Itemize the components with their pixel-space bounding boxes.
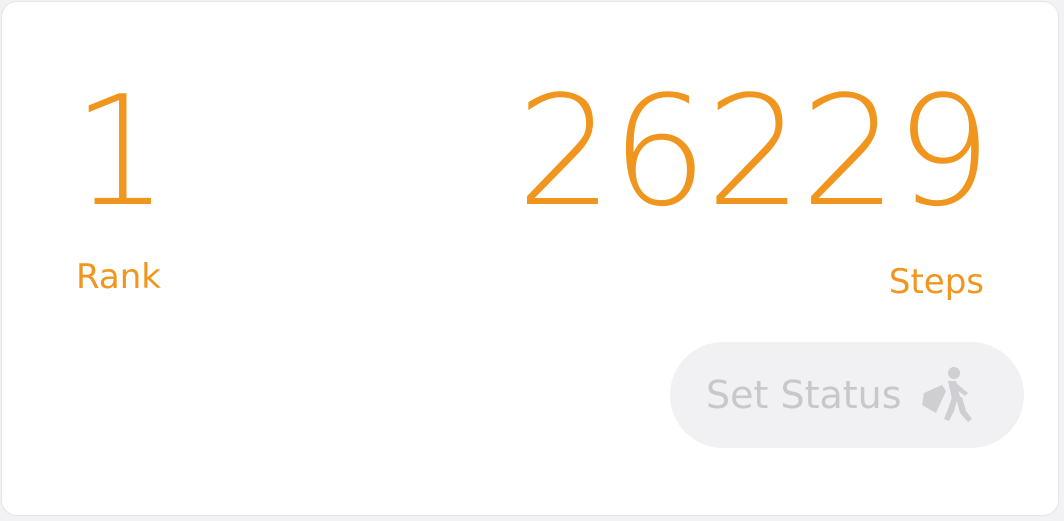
steps-label: Steps (888, 262, 984, 302)
walking-person-with-flag-svg (921, 367, 972, 422)
walking-person-with-flag-icon (916, 363, 980, 427)
steps-ranking-card: 1 Rank 26229 Steps Set Status (1, 1, 1059, 516)
steps-value: 26229 (516, 63, 992, 240)
rank-label: Rank (76, 257, 161, 297)
set-status-button[interactable]: Set Status (670, 342, 1024, 448)
rank-value: 1 (72, 63, 169, 240)
set-status-label: Set Status (706, 373, 902, 417)
